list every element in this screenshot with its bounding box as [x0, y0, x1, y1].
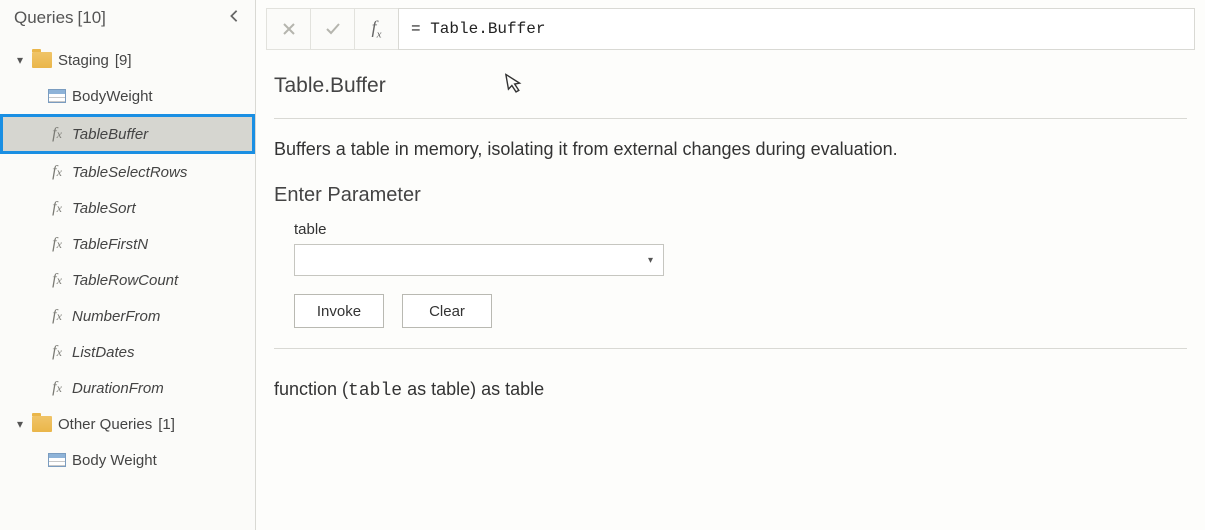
divider [274, 348, 1187, 349]
clear-button[interactable]: Clear [402, 294, 492, 328]
divider [274, 118, 1187, 119]
query-label: DurationFrom [72, 380, 164, 397]
query-label: TableBuffer [72, 126, 148, 143]
query-item-tablebuffer[interactable]: TableBuffer [0, 114, 255, 154]
group-count: [9] [115, 52, 132, 69]
fx-icon [48, 199, 66, 217]
clear-label: Clear [429, 303, 465, 320]
formula-text: = Table.Buffer [411, 20, 545, 38]
enter-parameter-heading: Enter Parameter [274, 184, 1187, 221]
formula-commit-button[interactable] [310, 8, 354, 50]
queries-pane: Queries [10] ▾ Staging [9] BodyWeight Ta… [0, 0, 256, 530]
fx-icon [48, 163, 66, 181]
invoke-label: Invoke [317, 303, 361, 320]
function-doc: Table.Buffer Buffers a table in memory, … [256, 50, 1205, 530]
queries-title: Queries [14, 8, 74, 28]
group-other-queries[interactable]: ▾ Other Queries [1] [0, 406, 255, 442]
queries-tree: ▾ Staging [9] BodyWeight TableBuffer Tab… [0, 40, 255, 480]
sig-rest: as table) as table [402, 379, 544, 399]
mouse-cursor-icon [503, 71, 526, 102]
folder-icon [32, 416, 52, 432]
group-staging[interactable]: ▾ Staging [9] [0, 42, 255, 78]
query-label: TableSort [72, 200, 136, 217]
fx-icon [48, 343, 66, 361]
group-label: Other Queries [58, 416, 152, 433]
query-item-durationfrom[interactable]: DurationFrom [0, 370, 255, 406]
query-item-tableselectrows[interactable]: TableSelectRows [0, 154, 255, 190]
formula-input[interactable]: = Table.Buffer [398, 8, 1195, 50]
fx-icon [48, 235, 66, 253]
caret-down-icon[interactable]: ▾ [14, 417, 26, 431]
caret-down-icon[interactable]: ▾ [14, 53, 26, 67]
query-label: ListDates [72, 344, 135, 361]
query-label: TableSelectRows [72, 164, 187, 181]
function-description: Buffers a table in memory, isolating it … [274, 135, 1187, 184]
main-area: fx = Table.Buffer Table.Buffer Buffers a… [256, 0, 1205, 530]
formula-cancel-button[interactable] [266, 8, 310, 50]
queries-header: Queries [10] [0, 0, 255, 40]
function-signature: function (table as table) as table [274, 365, 1187, 401]
group-count: [1] [158, 416, 175, 433]
query-item-tablefirstn[interactable]: TableFirstN [0, 226, 255, 262]
query-item-numberfrom[interactable]: NumberFrom [0, 298, 255, 334]
fx-icon [48, 379, 66, 397]
param-label: table [274, 221, 1187, 244]
group-label: Staging [58, 52, 109, 69]
fx-icon [48, 271, 66, 289]
query-label: Body Weight [72, 452, 157, 469]
fx-icon [48, 307, 66, 325]
formula-fx-button[interactable]: fx [354, 8, 398, 50]
table-icon [48, 89, 66, 103]
query-label: NumberFrom [72, 308, 160, 325]
query-item-tablesort[interactable]: TableSort [0, 190, 255, 226]
fx-icon [48, 125, 66, 143]
query-item-body-weight[interactable]: Body Weight [0, 442, 255, 478]
queries-count: [10] [78, 8, 106, 28]
query-label: TableRowCount [72, 272, 178, 289]
function-name: Table.Buffer [274, 74, 386, 98]
param-table-select[interactable]: ▾ [294, 244, 664, 276]
query-item-bodyweight[interactable]: BodyWeight [0, 78, 255, 114]
chevron-down-icon: ▾ [648, 255, 653, 266]
folder-icon [32, 52, 52, 68]
query-item-tablerowcount[interactable]: TableRowCount [0, 262, 255, 298]
fx-icon: fx [372, 17, 382, 41]
query-label: TableFirstN [72, 236, 148, 253]
table-icon [48, 453, 66, 467]
collapse-pane-chevron-icon[interactable] [223, 9, 245, 28]
query-item-listdates[interactable]: ListDates [0, 334, 255, 370]
sig-prefix: function ( [274, 379, 348, 399]
invoke-button[interactable]: Invoke [294, 294, 384, 328]
formula-bar: fx = Table.Buffer [266, 8, 1195, 50]
query-label: BodyWeight [72, 88, 153, 105]
sig-arg: table [348, 381, 402, 401]
